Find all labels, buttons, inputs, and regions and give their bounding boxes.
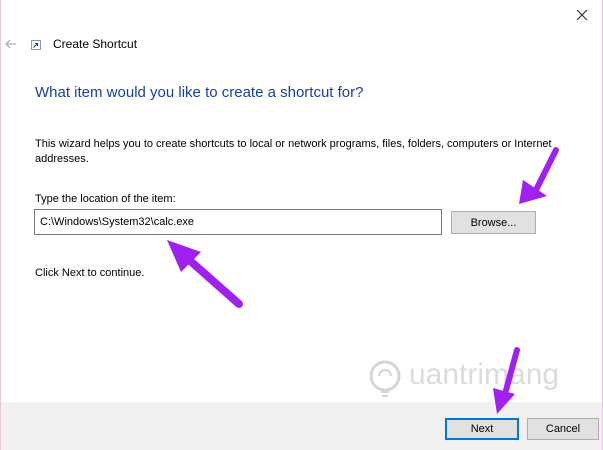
close-button[interactable]	[562, 0, 602, 30]
browse-button[interactable]: Browse...	[451, 211, 536, 234]
location-input[interactable]	[34, 209, 442, 235]
watermark-text: uantrimang	[409, 358, 560, 391]
continue-hint: Click Next to continue.	[35, 267, 145, 279]
close-icon	[576, 9, 588, 21]
wizard-footer: Next Cancel	[1, 402, 602, 450]
cancel-button[interactable]: Cancel	[527, 418, 599, 440]
annotation-arrow-input	[167, 240, 243, 308]
title-bar: Create Shortcut	[1, 28, 602, 60]
watermark-logo: uantrimang	[363, 352, 602, 406]
lightbulb-logo-icon	[369, 360, 401, 397]
location-label: Type the location of the item:	[35, 193, 176, 205]
wizard-heading: What item would you like to create a sho…	[35, 84, 364, 101]
create-shortcut-window: Create Shortcut What item would you like…	[0, 0, 603, 450]
shortcut-icon	[31, 40, 41, 50]
window-title: Create Shortcut	[53, 37, 138, 51]
next-button[interactable]: Next	[445, 418, 519, 440]
wizard-description: This wizard helps you to create shortcut…	[35, 138, 552, 165]
back-arrow-icon[interactable]	[3, 36, 19, 52]
